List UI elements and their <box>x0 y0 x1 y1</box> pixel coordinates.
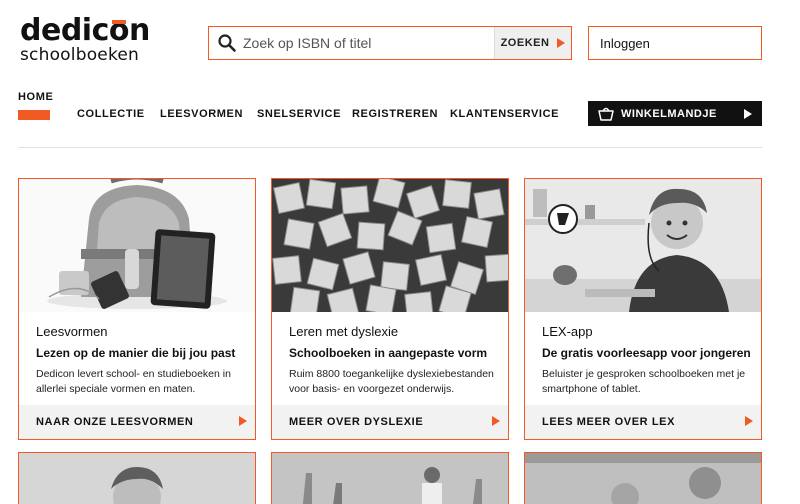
play-triangle-icon <box>744 109 752 119</box>
play-triangle-icon <box>492 416 500 426</box>
search-input[interactable] <box>241 27 495 59</box>
nav-item-collectie[interactable]: COLLECTIE <box>77 108 145 120</box>
play-triangle-icon <box>239 416 247 426</box>
card-link-leesvormen[interactable]: NAAR ONZE LEESVORMEN <box>19 405 255 439</box>
card-subtitle: De gratis voorleesapp voor jongeren <box>542 346 751 360</box>
card-title: LEX-app <box>542 324 593 339</box>
card-description: Beluister je gesproken schoolboeken met … <box>542 368 746 395</box>
card-subtitle: Schoolboeken in aangepaste vorm <box>289 346 488 360</box>
card-description: Dedicon levert school- en studieboeken i… <box>36 368 231 395</box>
search-button[interactable]: ZOEKEN <box>494 27 571 59</box>
card-image-smiling-boy <box>19 453 255 504</box>
play-triangle-icon <box>745 416 753 426</box>
card-image-letter-blocks <box>272 179 508 312</box>
nav-item-registreren[interactable]: REGISTREREN <box>352 108 438 120</box>
card-image-classroom <box>272 453 508 504</box>
card-row2-3 <box>524 452 762 504</box>
card-link-label: LEES MEER OVER LEX <box>542 416 676 428</box>
search-bar: ZOEKEN <box>208 26 572 60</box>
card-title: Leesvormen <box>36 324 108 339</box>
card-subtitle: Lezen op de manier die bij jou past <box>36 346 236 360</box>
logo-accent-letter: o <box>108 13 130 48</box>
card-title: Leren met dyslexie <box>289 324 399 339</box>
card-image-students <box>525 453 761 504</box>
nav-item-snelservice[interactable]: SNELSERVICE <box>257 108 341 120</box>
nav-item-leesvormen[interactable]: LEESVORMEN <box>160 108 243 120</box>
card-image-boy-with-headphones <box>525 179 761 312</box>
header-divider <box>18 147 762 148</box>
shopping-basket-icon <box>598 107 614 121</box>
logo-tagline: schoolboeken <box>20 45 140 65</box>
card-dyslexie: Leren met dyslexie Schoolboeken in aange… <box>271 178 509 440</box>
nav-item-home[interactable]: HOME <box>18 91 53 103</box>
cart-button[interactable]: WINKELMANDJE <box>588 101 762 126</box>
logo-wordmark: dedico n <box>20 13 150 48</box>
card-link-lex-app[interactable]: LEES MEER OVER LEX <box>525 405 761 439</box>
search-button-label: ZOEKEN <box>500 37 550 49</box>
card-link-label: MEER OVER DYSLEXIE <box>289 416 424 428</box>
card-description: Ruim 8800 toegankelijke dyslexiebestande… <box>289 368 494 395</box>
card-row2-1 <box>18 452 256 504</box>
card-link-dyslexie[interactable]: MEER OVER DYSLEXIE <box>272 405 508 439</box>
card-lex-app: LEX-app De gratis voorleesapp voor jonge… <box>524 178 762 440</box>
card-link-label: NAAR ONZE LEESVORMEN <box>36 416 194 428</box>
play-triangle-icon <box>557 38 566 48</box>
card-image-backpack <box>19 179 255 312</box>
dedicon-logo[interactable]: dedico n schoolboeken <box>20 13 170 66</box>
nav-item-klantenservice[interactable]: KLANTENSERVICE <box>450 108 559 120</box>
login-button[interactable]: Inloggen <box>588 26 762 60</box>
cart-label: WINKELMANDJE <box>621 107 717 120</box>
search-icon <box>218 34 236 52</box>
nav-active-indicator <box>18 110 50 120</box>
card-leesvormen: Leesvormen Lezen op de manier die bij jo… <box>18 178 256 440</box>
card-row2-2 <box>271 452 509 504</box>
